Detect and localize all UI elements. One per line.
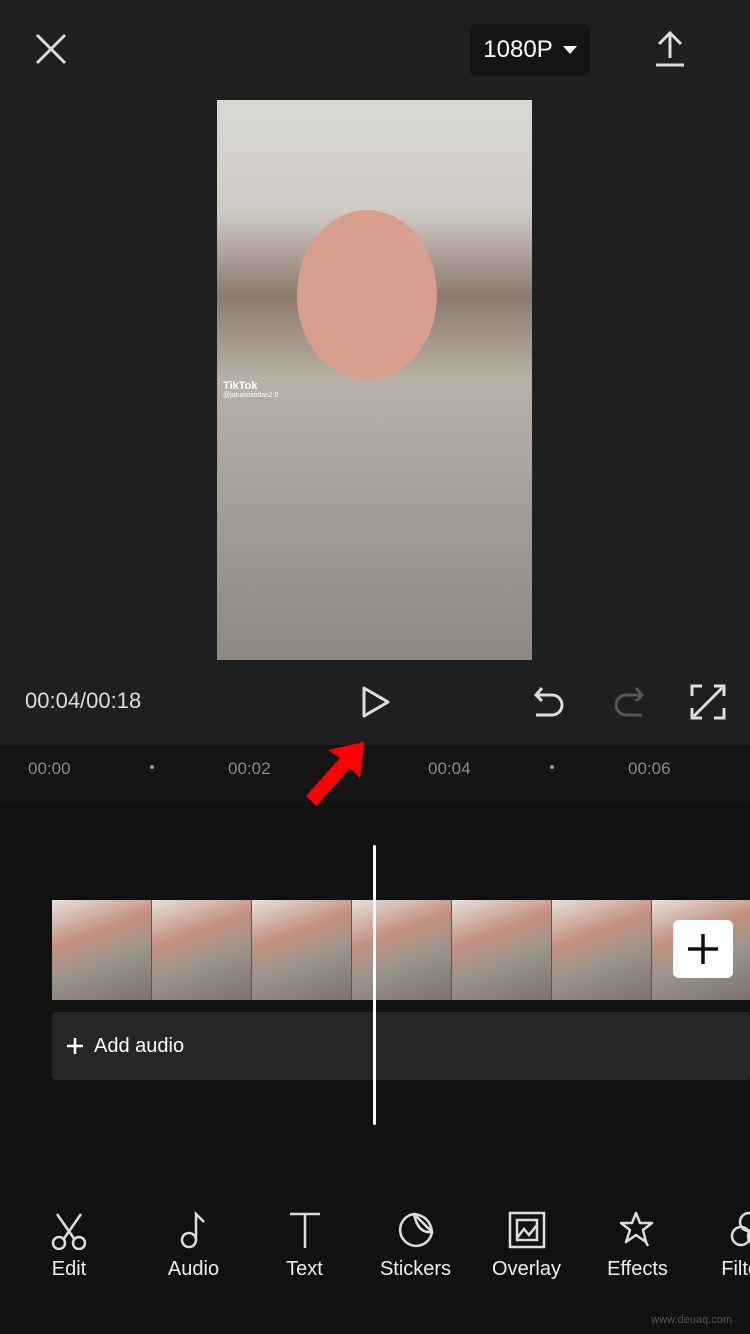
ruler-dot [150,765,154,769]
star-wand-icon [619,1211,653,1247]
ruler-tick: 00:06 [628,759,671,778]
tool-effects[interactable]: Effects [582,1210,693,1281]
scissors-icon [51,1213,87,1250]
site-watermark: www.deuaq.com [651,1314,732,1326]
clip-thumbnail [252,900,352,1000]
bottom-toolbar: Edit Audio Text Stickers Overlay Effects… [0,1210,750,1281]
playhead[interactable] [373,845,376,1125]
video-preview[interactable]: TikTok @jabaistiddlas2.0 [217,100,532,660]
resolution-dropdown[interactable]: 1080P [470,24,590,76]
clip-thumbnail [152,900,252,1000]
add-clip-button[interactable] [673,920,733,978]
tool-stickers[interactable]: Stickers [360,1210,471,1281]
tool-filters[interactable]: Filters [693,1210,750,1281]
caret-down-icon [562,46,577,54]
close-icon[interactable] [34,32,68,71]
red-arrow-annotation [302,740,372,815]
time-ruler[interactable]: 00:00 00:02 00:04 00:06 [0,745,750,805]
sticker-icon [398,1212,433,1248]
video-frame-subject [297,210,437,380]
tool-text[interactable]: Text [249,1210,360,1281]
music-note-icon [180,1210,205,1249]
clip-thumbnail [352,900,452,1000]
plus-icon [67,1038,83,1054]
clip-thumbnail [52,900,152,1000]
resolution-label: 1080P [483,36,553,63]
text-icon [289,1212,320,1248]
video-clip-track[interactable] [52,900,750,1000]
add-audio-label: Add audio [94,1034,185,1057]
add-audio-button[interactable]: Add audio [52,1012,750,1080]
tool-edit[interactable]: Edit [0,1210,138,1281]
tool-audio[interactable]: Audio [138,1210,249,1281]
playback-time: 00:04/00:18 [25,688,142,713]
play-button[interactable] [362,686,390,723]
tiktok-watermark: TikTok @jabaistiddlas2.0 [223,380,279,399]
undo-icon[interactable] [532,685,566,724]
redo-icon[interactable] [612,685,646,724]
ruler-dot [550,765,554,769]
fullscreen-icon[interactable] [690,684,726,725]
overlay-icon [508,1211,545,1249]
plus-icon [688,934,718,964]
tool-overlay[interactable]: Overlay [471,1210,582,1281]
filters-icon [730,1211,750,1247]
upload-icon[interactable] [654,30,686,73]
ruler-tick: 00:00 [28,759,71,778]
clip-thumbnail [552,900,652,1000]
clip-thumbnail [452,900,552,1000]
ruler-tick: 00:04 [428,759,471,778]
ruler-tick: 00:02 [228,759,271,778]
